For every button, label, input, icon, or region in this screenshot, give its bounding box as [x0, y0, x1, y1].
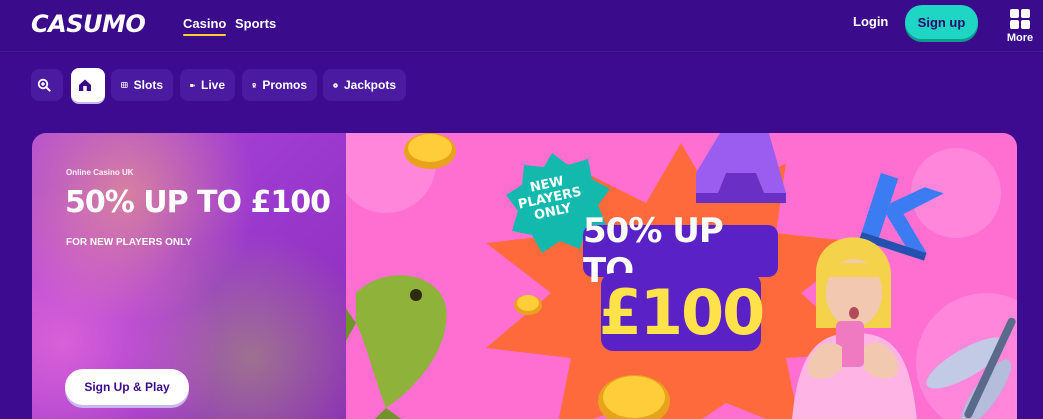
- category-live[interactable]: Live: [180, 69, 235, 101]
- casumo-logo[interactable]: CASUMO: [31, 10, 146, 38]
- signup-and-play-button[interactable]: Sign Up & Play: [65, 369, 189, 405]
- category-promos-label: Promos: [262, 78, 307, 92]
- promo-offer-graphic: 50% UP TO £100: [583, 211, 778, 365]
- banner-artwork: NEW PLAYERS ONLY 50% UP TO £100: [346, 133, 1017, 419]
- more-label: More: [1006, 32, 1034, 44]
- green-fish-illustration: [346, 275, 447, 419]
- promo-line-percent: 50% UP TO: [583, 211, 778, 291]
- nav-sports-link[interactable]: Sports: [235, 16, 276, 31]
- grid-menu-icon: [1010, 9, 1030, 29]
- category-live-label: Live: [200, 78, 225, 92]
- hero-banner[interactable]: Online Casino UK 50% UP TO £100 FOR NEW …: [32, 133, 1017, 419]
- search-button[interactable]: [31, 69, 63, 101]
- banner-headline: 50% UP TO £100: [65, 185, 331, 220]
- banner-eyebrow: Online Casino UK: [66, 168, 134, 177]
- banner-subline: FOR NEW PLAYERS ONLY: [66, 237, 192, 248]
- letter-a-block: [696, 133, 786, 203]
- top-navigation-bar: CASUMO Casino Sports Login Sign up More: [0, 0, 1043, 52]
- banner-text-panel: Online Casino UK 50% UP TO £100 FOR NEW …: [32, 133, 346, 419]
- gold-coin-icon: [404, 133, 456, 169]
- coin-icon: [333, 82, 338, 88]
- nav-casino-link[interactable]: Casino: [183, 16, 227, 36]
- login-link[interactable]: Login: [853, 14, 888, 29]
- category-jackpots[interactable]: Jackpots: [323, 69, 406, 101]
- search-icon: [37, 78, 51, 92]
- category-jackpots-label: Jackpots: [343, 78, 396, 92]
- slot-machine-icon: [121, 82, 128, 88]
- more-menu-button[interactable]: More: [1005, 9, 1035, 44]
- home-icon: [79, 79, 91, 91]
- ribbon-icon: [252, 82, 256, 88]
- promo-line-amount: £100: [599, 273, 765, 351]
- category-promos[interactable]: Promos: [242, 69, 317, 101]
- category-slots[interactable]: Slots: [111, 69, 173, 101]
- home-button[interactable]: [71, 68, 105, 102]
- category-slots-label: Slots: [133, 78, 163, 92]
- signup-button[interactable]: Sign up: [905, 5, 978, 39]
- gold-coin-icon: [514, 295, 542, 315]
- video-camera-icon: [190, 83, 195, 87]
